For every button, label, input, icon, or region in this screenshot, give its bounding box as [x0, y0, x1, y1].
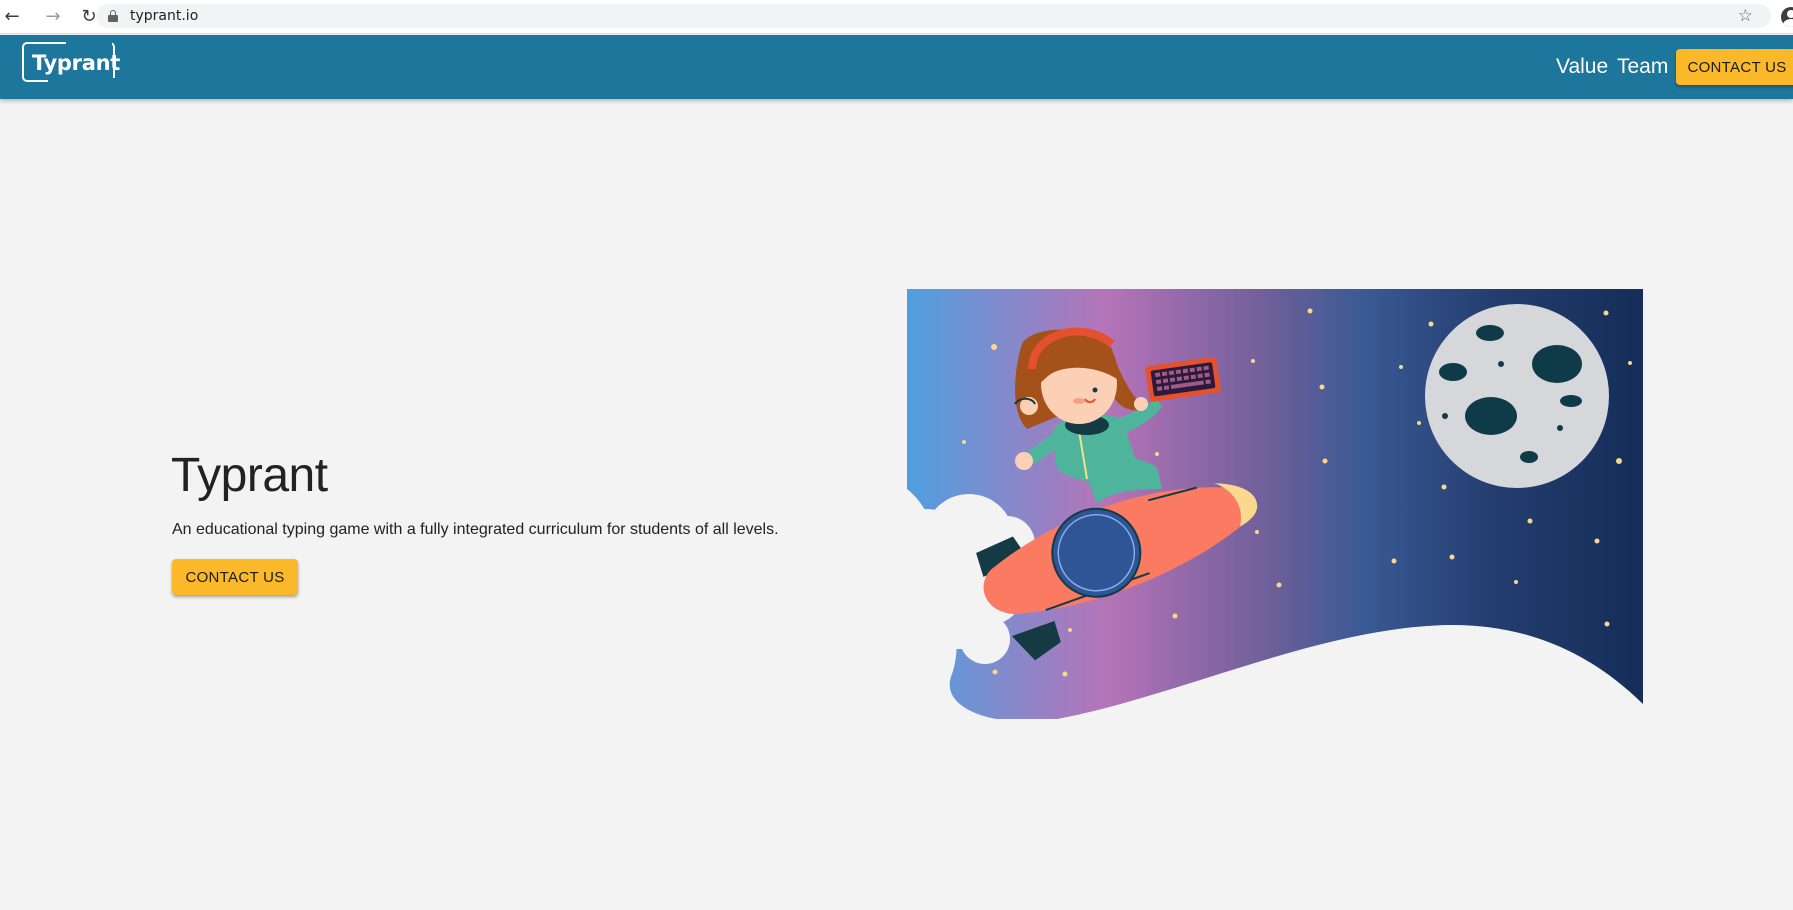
girl-on-rocket-illustration	[907, 289, 1643, 719]
header-contact-button[interactable]: CONTACT US	[1676, 49, 1793, 85]
url-text[interactable]: typrant.io	[130, 8, 198, 24]
browser-toolbar: ← → ↻ typrant.io ☆	[0, 0, 1793, 34]
logo[interactable]: Typrant	[22, 40, 120, 84]
arrow-left-icon[interactable]: ←	[0, 5, 24, 29]
hero-subtitle: An educational typing game with a fully …	[172, 521, 779, 538]
hero-contact-button[interactable]: CONTACT US	[172, 559, 298, 595]
moon-icon	[1425, 304, 1609, 488]
site-header: Typrant Value Team CONTACT US	[0, 35, 1793, 99]
address-bar[interactable]: typrant.io ☆	[96, 4, 1771, 28]
hero-title: Typrant	[171, 449, 328, 502]
star-icon[interactable]: ☆	[1738, 6, 1753, 26]
lock-icon[interactable]	[108, 10, 118, 22]
logo-text: Typrant	[32, 51, 120, 75]
nav-link-team[interactable]: Team	[1617, 55, 1668, 79]
arrow-right-icon[interactable]: →	[41, 5, 65, 29]
nav-link-value[interactable]: Value	[1556, 55, 1608, 79]
profile-icon[interactable]	[1781, 7, 1793, 27]
